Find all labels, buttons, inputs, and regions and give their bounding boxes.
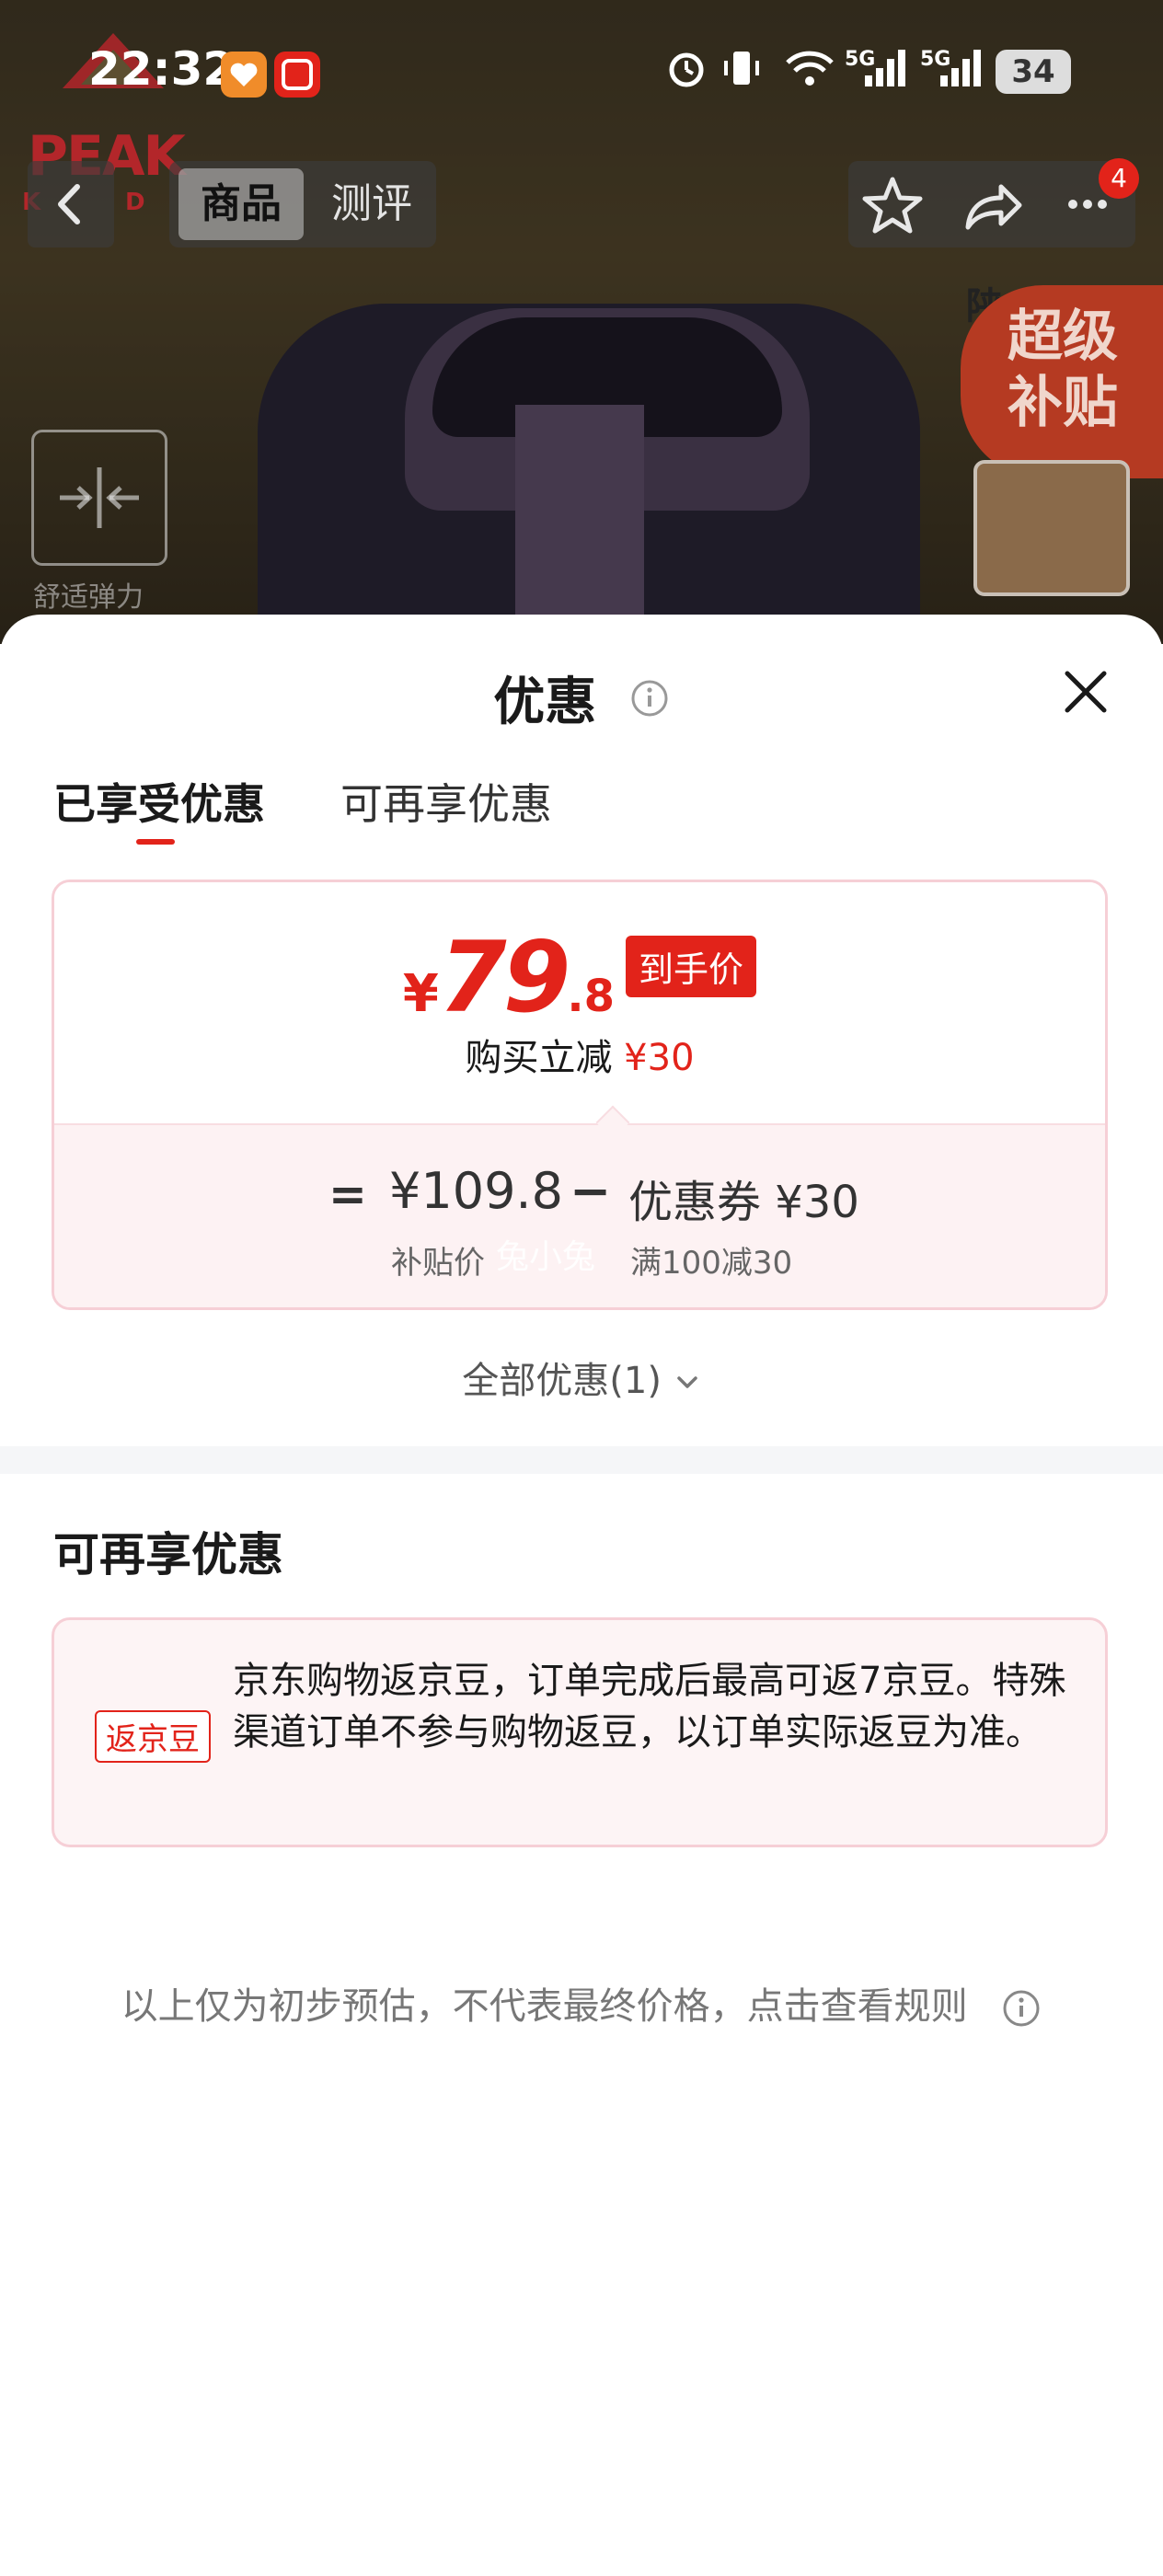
disclaimer-text: 以上仅为初步预估，不代表最终价格，点击查看规则: [121, 1985, 968, 2028]
beans-tag: 返京豆: [95, 1710, 211, 1763]
final-price-tag: 到手价: [626, 936, 757, 997]
subsidy-price: ¥109.8: [389, 1162, 563, 1220]
feature-label: 舒适弹力: [33, 581, 144, 614]
price-breakdown-card: ¥79.8到手价 购买立减 ¥30 = ¥109.8 − 优惠券 ¥30 补贴价…: [52, 880, 1108, 1310]
jd-beans-card: 返京豆 京东购物返京豆，订单完成后最高可返7京豆。特殊渠道订单不参与购物返豆，以…: [52, 1617, 1108, 1847]
info-icon[interactable]: [629, 678, 670, 719]
status-time: 22:32: [88, 42, 236, 96]
final-price-section: ¥79.8到手价 购买立减 ¥30: [54, 882, 1105, 1123]
tab-review[interactable]: 测评: [317, 168, 427, 240]
section-title: 可再享优惠: [53, 1528, 283, 1581]
all-promos-toggle[interactable]: 全部优惠(1): [0, 1351, 1163, 1404]
price-decimal: .8: [567, 971, 616, 1022]
beans-description: 京东购物返京豆，订单完成后最高可返7京豆。特殊渠道订单不参与购物返豆，以订单实际…: [233, 1660, 1066, 1754]
back-icon: [58, 184, 80, 224]
back-button[interactable]: [28, 161, 114, 247]
sheet-title: 优惠: [493, 673, 597, 732]
nav-actions: [848, 161, 1135, 247]
tab-more-promos[interactable]: 可再享优惠: [340, 771, 552, 832]
jacket-hood: [405, 308, 810, 511]
super-subsidy-label: 超级补贴: [1008, 305, 1118, 435]
jacket-placket: [515, 405, 644, 644]
section-divider: [0, 1446, 1163, 1474]
jacket-hood-inner: [432, 317, 782, 437]
star-icon: [862, 177, 923, 234]
active-tab-indicator: [136, 839, 175, 845]
reduction-amount: ¥30: [624, 1037, 695, 1079]
price-integer: 79: [438, 921, 571, 1034]
favorite-button[interactable]: [856, 170, 929, 238]
jacket-body: [258, 304, 920, 644]
chevron-down-icon: [676, 1376, 697, 1388]
battery-level: 34: [1011, 53, 1055, 90]
app-heart-icon: [221, 52, 267, 98]
battery-icon: 34: [996, 50, 1071, 94]
app-zhide-icon: [274, 52, 320, 98]
tab-enjoyed-promos[interactable]: 已享受优惠: [53, 771, 265, 832]
signal-icon: [940, 50, 981, 86]
nav-tabs: 商品 测评: [169, 161, 436, 247]
sheet-header: 优惠: [0, 661, 1163, 735]
brand-sub-right: D: [125, 189, 145, 216]
currency-symbol: ¥: [402, 964, 439, 1024]
close-icon[interactable]: [1056, 662, 1115, 721]
formula-minus: −: [570, 1162, 612, 1220]
formula-equals: =: [328, 1167, 367, 1221]
watermark: 兔小兔: [496, 1238, 596, 1276]
coupon-amount: 优惠券 ¥30: [628, 1177, 859, 1228]
feature-stretch-icon: [31, 430, 167, 566]
all-promos-label: 全部优惠(1): [462, 1360, 662, 1402]
instant-reduction: 购买立减 ¥30: [54, 1028, 1105, 1081]
share-icon: [965, 184, 1022, 230]
product-thumbnail[interactable]: [973, 460, 1130, 596]
vibrate-icon: [724, 52, 759, 85]
signal-icon: [865, 50, 905, 86]
tab-product[interactable]: 商品: [178, 168, 304, 240]
alarm-icon: [669, 52, 704, 87]
subsidy-price-label: 补贴价: [391, 1245, 485, 1282]
info-icon: [1003, 1990, 1040, 2027]
disclaimer-link[interactable]: 以上仅为初步预估，不代表最终价格，点击查看规则: [0, 1976, 1163, 2030]
reduction-label: 购买立减: [465, 1037, 613, 1079]
share-button[interactable]: [955, 170, 1029, 238]
wifi-icon: [786, 51, 834, 86]
promotion-sheet: 优惠 已享受优惠 可再享优惠 ¥79.8到手价 购买立减 ¥30 = ¥109.…: [0, 615, 1163, 2576]
coupon-rule: 满100减30: [630, 1245, 793, 1282]
final-price: ¥79.8到手价: [54, 921, 1105, 1034]
message-count-badge: 4: [1099, 158, 1139, 199]
